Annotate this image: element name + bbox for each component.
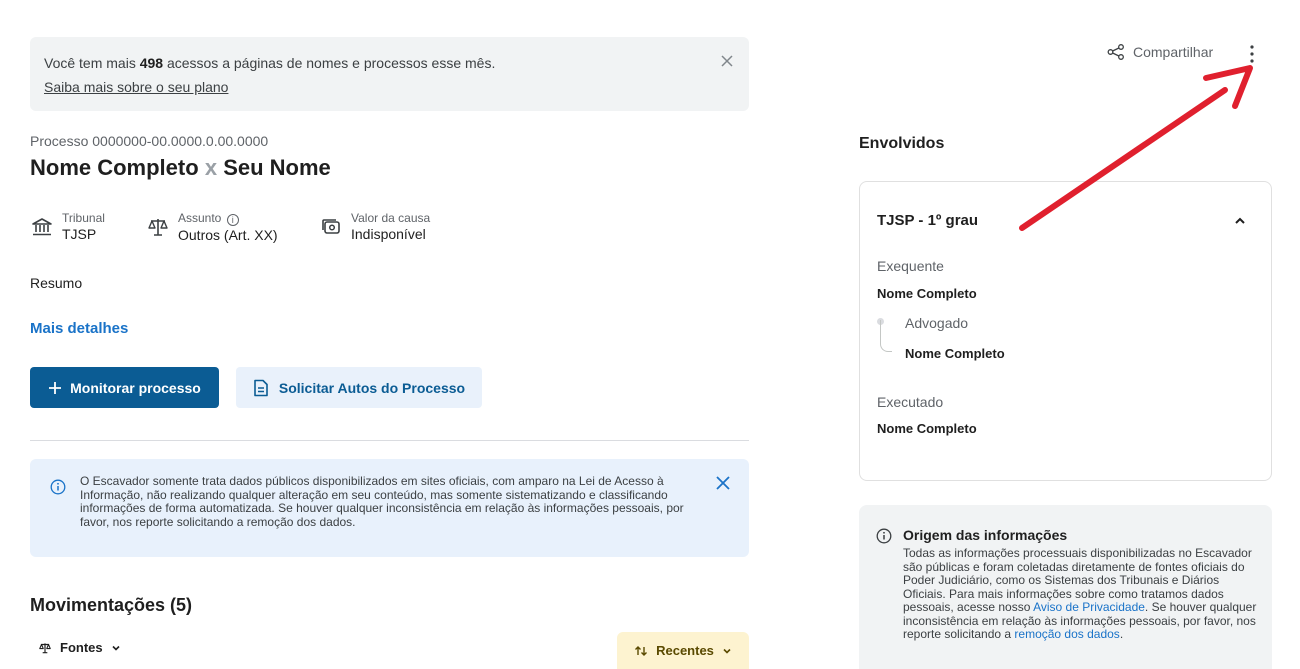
close-notice-icon[interactable]	[715, 475, 731, 491]
info-origin-panel: Origem das informações Todas as informaç…	[859, 505, 1272, 669]
data-removal-link[interactable]: remoção dos dados	[1014, 627, 1119, 641]
meta-assunto: Assunto i Outros (Art. XX)	[146, 207, 278, 247]
resumo-label: Resumo	[30, 275, 83, 291]
sources-label: Fontes	[60, 640, 103, 655]
scales-icon	[39, 642, 51, 653]
meta-tribunal: Tribunal TJSP	[30, 207, 105, 247]
info-icon	[50, 479, 66, 495]
divider	[30, 440, 749, 441]
privacy-notice-link[interactable]: Aviso de Privacidade	[1033, 600, 1145, 614]
plan-info-link[interactable]: Saiba mais sobre o seu plano	[44, 79, 228, 95]
involved-title: Envolvidos	[859, 135, 945, 152]
info-origin-title: Origem das informações	[903, 527, 1068, 543]
tree-connector	[880, 320, 892, 352]
info-origin-text: Todas as informações processuais disponi…	[903, 546, 1257, 641]
assunto-value: Outros (Art. XX)	[178, 226, 278, 243]
exequente-label: Exequente	[877, 258, 944, 274]
tribunal-value: TJSP	[62, 226, 97, 242]
party-b: Seu Nome	[223, 155, 331, 180]
notice-text: O Escavador somente trata dados públicos…	[80, 474, 684, 529]
document-icon	[254, 379, 268, 396]
court-name: TJSP - 1º grau	[877, 212, 979, 229]
sort-dropdown[interactable]: Recentes	[617, 632, 749, 669]
versus-separator: x	[204, 155, 218, 180]
info-icon	[876, 528, 892, 544]
monitor-process-label: Monitorar processo	[70, 379, 201, 396]
money-icon	[319, 215, 343, 239]
advogado-label: Advogado	[905, 315, 969, 331]
advogado-name[interactable]: Nome Completo	[905, 346, 1005, 361]
meta-valor: Valor da causa Indisponível	[319, 207, 430, 247]
close-banner-icon[interactable]	[719, 53, 735, 69]
request-records-button[interactable]: Solicitar Autos do Processo	[236, 367, 482, 408]
sort-arrows-icon	[635, 645, 648, 656]
assunto-label: Assunto	[178, 210, 222, 225]
sort-label: Recentes	[656, 643, 714, 658]
request-records-label: Solicitar Autos do Processo	[278, 379, 466, 396]
page-title: Nome Completo x Seu Nome	[30, 155, 331, 181]
valor-label: Valor da causa	[351, 211, 431, 225]
info-icon[interactable]: i	[226, 213, 239, 226]
privacy-notice: O Escavador somente trata dados públicos…	[30, 459, 749, 557]
process-number: Processo 0000000-00.0000.0.00.0000	[30, 133, 269, 149]
plus-icon	[49, 381, 62, 394]
executado-name[interactable]: Nome Completo	[877, 421, 977, 436]
party-a: Nome Completo	[30, 155, 199, 180]
quota-count: 498	[139, 55, 164, 71]
scales-icon	[146, 215, 170, 239]
monitor-process-button[interactable]: Monitorar processo	[30, 367, 219, 408]
valor-value: Indisponível	[351, 226, 426, 242]
more-details-link[interactable]: Mais detalhes	[30, 320, 128, 337]
quota-banner: Você tem mais 498 acessos a páginas de n…	[30, 37, 749, 111]
chevron-down-icon	[112, 645, 120, 651]
executado-label: Executado	[877, 394, 944, 410]
annotation-arrow	[1019, 65, 1253, 231]
exequente-name[interactable]: Nome Completo	[877, 286, 977, 301]
courthouse-icon	[30, 215, 54, 239]
tribunal-label: Tribunal	[62, 211, 105, 225]
sources-filter[interactable]: Fontes	[38, 640, 121, 655]
chevron-down-icon	[723, 648, 731, 654]
movements-title: Movimentações (5)	[30, 595, 193, 615]
quota-text: Você tem mais 498 acessos a páginas de n…	[44, 55, 496, 71]
